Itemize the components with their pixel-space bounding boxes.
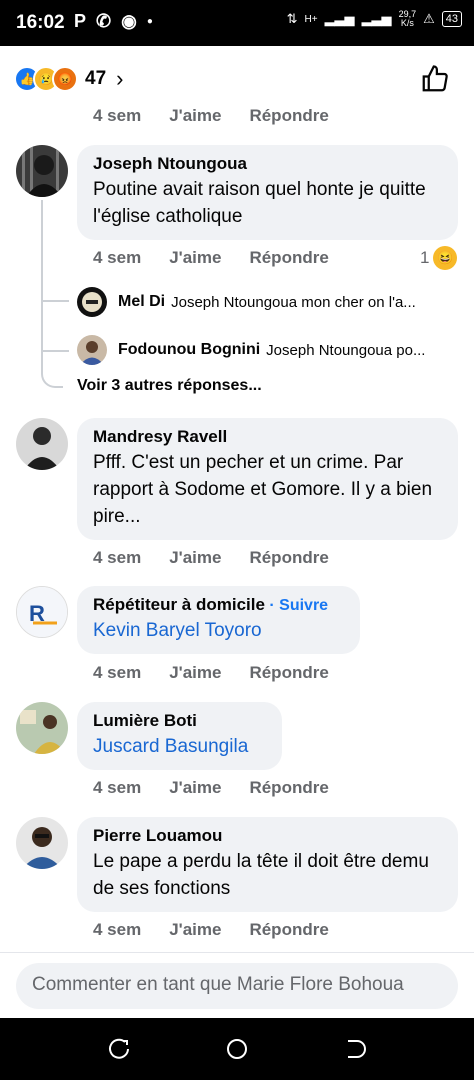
battery-icon: 43 xyxy=(441,11,462,27)
comment-actions: 4 sem J'aime Répondre xyxy=(93,920,357,940)
chevron-right-icon: › xyxy=(116,66,124,91)
avatar[interactable] xyxy=(77,335,107,365)
comment-bubble[interactable]: Joseph Ntoungoua Poutine avait raison qu… xyxy=(77,145,458,240)
comment-text: Le pape a perdu la tête il doit être dem… xyxy=(93,851,429,899)
eye-icon: ◉ xyxy=(121,11,137,31)
network-speed: 29,7 K/s xyxy=(398,9,417,28)
comment-text: Pfff. C'est un pecher et un crime. Par r… xyxy=(93,452,433,527)
comment-author[interactable]: Lumière Boti xyxy=(93,711,266,731)
home-icon[interactable] xyxy=(224,1036,250,1062)
signal-icon-2: ▂▃▅ xyxy=(361,11,392,26)
reply-item[interactable]: Fodounou Bognini Joseph Ntoungoua po... xyxy=(118,341,458,359)
comment-time: 4 sem xyxy=(93,663,142,682)
avatar[interactable]: R xyxy=(16,586,68,638)
reply-link[interactable]: Répondre xyxy=(249,920,328,940)
reaction-count: 47 xyxy=(85,68,107,89)
like-link[interactable]: J'aime xyxy=(169,548,221,568)
data-transfer-icon: ⇅ xyxy=(286,11,298,26)
reaction-summary[interactable]: 👍 😢 😡 47 › xyxy=(14,66,123,92)
comment-time: 4 sem xyxy=(93,106,142,125)
reply-connector xyxy=(41,282,69,302)
comment-actions: 4 sem J'aime Répondre xyxy=(93,548,357,568)
signal-icon: ▂▃▅ xyxy=(324,11,355,26)
like-link[interactable]: J'aime xyxy=(169,778,221,798)
reply-link[interactable]: Répondre xyxy=(249,663,328,683)
follow-link[interactable]: · Suivre xyxy=(269,597,328,614)
comment-actions: 4 sem J'aime Répondre xyxy=(93,106,357,126)
reply-link[interactable]: Répondre xyxy=(249,778,328,798)
avatar[interactable] xyxy=(16,145,68,197)
mention-link[interactable]: Juscard Basungila xyxy=(93,733,266,760)
comment-actions: 4 sem J'aime Répondre xyxy=(93,248,357,268)
mention-link[interactable]: Kevin Baryel Toyoro xyxy=(93,617,344,644)
reply-author[interactable]: Mel Di xyxy=(118,293,165,311)
status-bar: 16:02 P ✆ ◉ ● ⇅ H+ ▂▃▅ ▂▃▅ 29,7 K/s ⚠ 43 xyxy=(0,0,474,46)
comment-text: Poutine avait raison quel honte je quitt… xyxy=(93,179,426,227)
reply-link[interactable]: Répondre xyxy=(249,106,328,126)
like-link[interactable]: J'aime xyxy=(169,248,221,268)
comment-author[interactable]: Pierre Louamou xyxy=(93,826,442,846)
p-app-icon: P xyxy=(74,11,87,31)
whatsapp-icon: ✆ xyxy=(96,11,112,31)
reaction-summary-bar: 👍 😢 😡 47 › xyxy=(0,46,474,112)
haha-reaction-icon: 😆 xyxy=(433,246,458,270)
avatar[interactable] xyxy=(16,418,68,470)
comment-bubble[interactable]: Répétiteur à domicile · Suivre Kevin Bar… xyxy=(77,586,360,654)
reply-author[interactable]: Fodounou Bognini xyxy=(118,341,260,359)
comment-author[interactable]: Joseph Ntoungoua xyxy=(93,154,442,174)
comment-input[interactable]: Commenter en tant que Marie Flore Bohoua xyxy=(16,963,458,1009)
recent-apps-icon[interactable] xyxy=(106,1036,132,1062)
comment-bubble[interactable]: Lumière Boti Juscard Basungila xyxy=(77,702,282,770)
like-link[interactable]: J'aime xyxy=(169,663,221,683)
reply-link[interactable]: Répondre xyxy=(249,548,328,568)
more-replies-link[interactable]: Voir 3 autres réponses... xyxy=(77,377,262,395)
comment-time: 4 sem xyxy=(93,248,142,267)
reply-text: Joseph Ntoungoua mon cher on l'a... xyxy=(171,293,416,311)
reply-text: Joseph Ntoungoua po... xyxy=(266,341,426,359)
system-nav-bar xyxy=(0,1018,474,1080)
comment-actions: 4 sem J'aime Répondre xyxy=(93,663,357,683)
comment-author[interactable]: Mandresy Ravell xyxy=(93,427,442,447)
comment-reaction-count[interactable]: 1 😆 xyxy=(420,246,458,270)
network-label: H+ xyxy=(304,13,318,25)
avatar[interactable] xyxy=(16,702,68,754)
dot-icon: ● xyxy=(146,16,153,27)
like-button-icon[interactable] xyxy=(420,64,450,94)
comment-actions: 4 sem J'aime Répondre xyxy=(93,778,357,798)
comment-author[interactable]: Répétiteur à domicile xyxy=(93,595,265,614)
reply-connector xyxy=(41,332,69,352)
avatar[interactable] xyxy=(16,817,68,869)
status-time: 16:02 xyxy=(16,12,65,33)
comment-composer: Commenter en tant que Marie Flore Bohoua xyxy=(0,952,474,1019)
angry-reaction-icon: 😡 xyxy=(52,66,78,92)
reply-link[interactable]: Répondre xyxy=(249,248,328,268)
comment-bubble[interactable]: Mandresy Ravell Pfff. C'est un pecher et… xyxy=(77,418,458,540)
comment-time: 4 sem xyxy=(93,920,142,939)
comment-bubble[interactable]: Pierre Louamou Le pape a perdu la tête i… xyxy=(77,817,458,912)
warning-icon: ⚠ xyxy=(423,11,435,26)
reply-item[interactable]: Mel Di Joseph Ntoungoua mon cher on l'a.… xyxy=(118,293,458,311)
comment-time: 4 sem xyxy=(93,548,142,567)
like-link[interactable]: J'aime xyxy=(169,106,221,126)
back-icon[interactable] xyxy=(342,1036,368,1062)
like-link[interactable]: J'aime xyxy=(169,920,221,940)
comment-time: 4 sem xyxy=(93,778,142,797)
avatar[interactable] xyxy=(77,287,107,317)
